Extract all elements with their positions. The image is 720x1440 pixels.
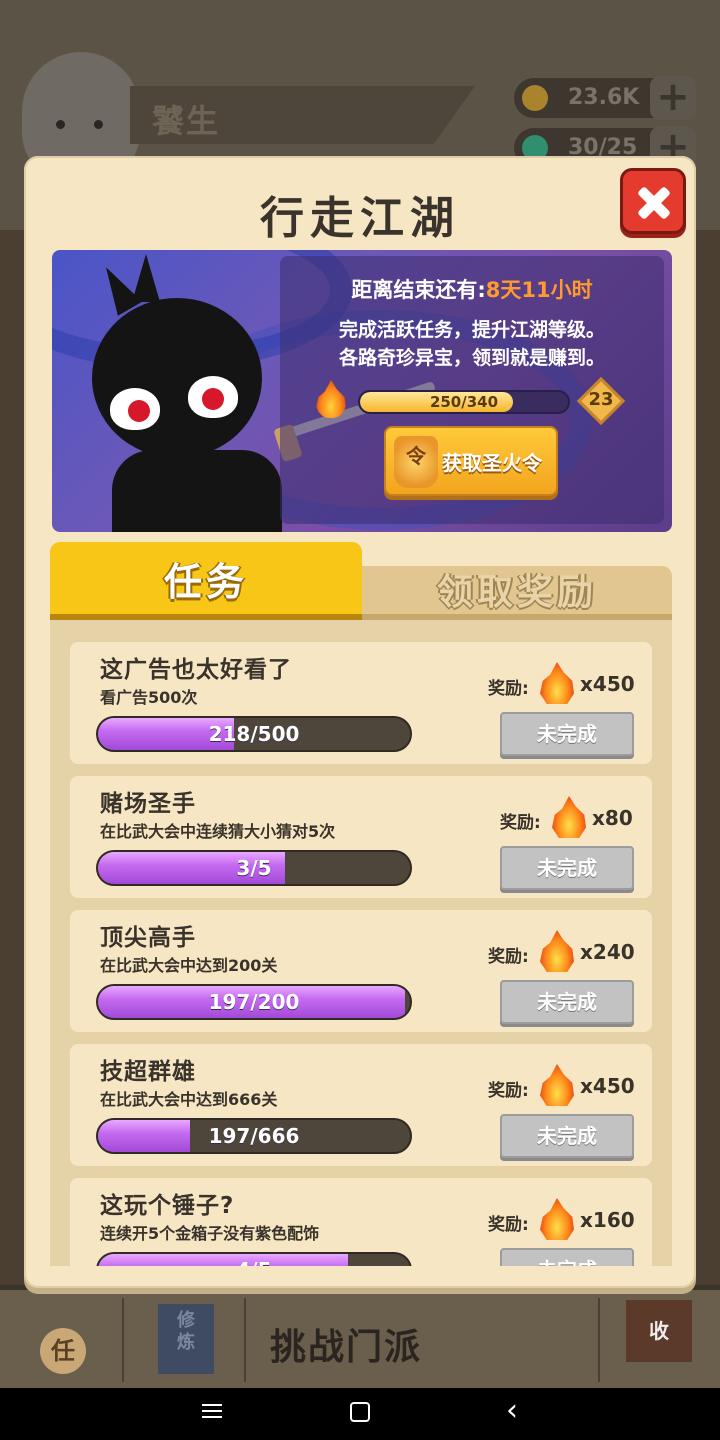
get-holy-fire-token-button[interactable]: 令 获取圣火令: [384, 426, 558, 496]
gold-coin-icon: [522, 85, 548, 111]
gold-value: 23.6K: [568, 85, 640, 110]
task-progress-text: 197/666: [208, 1124, 300, 1148]
task-card: 这玩个锤子? 连续开5个金箱子没有紫色配饰 4/5 奖励: x160 未完成: [70, 1178, 652, 1266]
level-exp-bar: 250/340: [358, 390, 570, 414]
task-desc: 在比武大会中达到200关: [100, 956, 278, 975]
reward-count: x450: [580, 1074, 635, 1098]
task-progress-bar: 197/666: [96, 1118, 412, 1154]
task-progress-text: 4/5: [98, 1254, 410, 1266]
flame-icon: [540, 662, 574, 704]
nav-armor[interactable]: [476, 1298, 600, 1382]
task-desc: 连续开5个金箱子没有紫色配饰: [100, 1224, 320, 1243]
task-title: 顶尖高手: [100, 925, 196, 951]
reward-label: 奖励:: [488, 1081, 529, 1101]
home-icon[interactable]: [340, 1396, 380, 1432]
task-progress-text: 197/200: [208, 990, 300, 1014]
nav-task[interactable]: 任: [0, 1298, 124, 1382]
task-card: 这广告也太好看了 看广告500次 218/500 奖励: x450 未完成: [70, 642, 652, 764]
countdown-label: 距离结束还有:: [351, 278, 486, 302]
wander-jianghu-modal: 行走江湖 距离结束还有:8天11小时 完成活跃任务，提升江湖等级。 各路奇珍异宝…: [24, 156, 696, 1288]
countdown-text: 距离结束还有:8天11小时: [280, 274, 664, 304]
task-title: 这广告也太好看了: [100, 657, 292, 683]
reward-label: 奖励:: [500, 813, 541, 833]
reward-label: 奖励:: [488, 1215, 529, 1235]
close-button[interactable]: [620, 168, 686, 234]
reward-label: 奖励:: [488, 679, 529, 699]
task-card: 顶尖高手 在比武大会中达到200关 197/200 奖励: x240 未完成: [70, 910, 652, 1032]
task-progress-text: 3/5: [236, 856, 272, 880]
ninja-legs: [112, 450, 282, 532]
flame-icon: [540, 930, 574, 972]
flame-icon: [540, 1198, 574, 1240]
task-progress-bar: 4/5: [96, 1252, 412, 1266]
description-line: 各路奇珍异宝，领到就是赚到。: [338, 347, 605, 369]
tab-claim-rewards-label: 领取奖励: [436, 572, 597, 613]
task-status-button[interactable]: 未完成: [500, 1114, 634, 1158]
task-desc: 在比武大会中达到666关: [100, 1090, 278, 1109]
nav-cultivate[interactable]: 修炼: [124, 1298, 246, 1382]
book-icon: 修炼: [158, 1304, 214, 1374]
level-value: 23: [588, 389, 614, 410]
reward-label: 奖励:: [488, 947, 529, 967]
task-title: 技超群雄: [100, 1059, 196, 1085]
task-card: 赌场圣手 在比武大会中连续猜大小猜对5次 3/5 奖励: x80 未完成: [70, 776, 652, 898]
description-line: 完成活跃任务，提升江湖等级。: [338, 319, 605, 341]
get-button-label: 获取圣火令: [442, 451, 542, 475]
task-desc: 在比武大会中连续猜大小猜对5次: [100, 822, 336, 841]
tab-tasks-label: 任务: [163, 560, 248, 604]
system-nav-bar: ‹: [0, 1388, 720, 1440]
reward-count: x80: [592, 806, 633, 830]
modal-title: 行走江湖: [260, 193, 460, 244]
event-description: 完成活跃任务，提升江湖等级。 各路奇珍异宝，领到就是赚到。: [280, 316, 664, 372]
event-banner: 距离结束还有:8天11小时 完成活跃任务，提升江湖等级。 各路奇珍异宝，领到就是…: [52, 250, 672, 532]
shop-icon[interactable]: 收: [626, 1300, 692, 1362]
exp-text: 250/340: [429, 393, 499, 411]
task-progress-bar: 218/500: [96, 716, 412, 752]
reward-count: x450: [580, 672, 635, 696]
ninja-eye-left: [110, 388, 160, 430]
task-status-button[interactable]: 未完成: [500, 712, 634, 756]
task-progress-bar: 3/5: [96, 850, 412, 886]
task-list[interactable]: 这广告也太好看了 看广告500次 218/500 奖励: x450 未完成 赌场…: [50, 620, 672, 1266]
countdown-value: 8天11小时: [485, 278, 593, 302]
menu-icon[interactable]: [192, 1400, 232, 1436]
task-desc: 看广告500次: [100, 688, 198, 707]
back-icon[interactable]: ‹: [492, 1396, 532, 1432]
ninja-character: [92, 298, 262, 458]
task-progress-text: 218/500: [208, 722, 300, 746]
flame-icon: [552, 796, 586, 838]
ninja-hair-spike: [132, 254, 160, 302]
task-progress-bar: 197/200: [96, 984, 412, 1020]
task-status-button[interactable]: 未完成: [500, 846, 634, 890]
tab-tasks[interactable]: 任务: [50, 542, 362, 620]
avatar-eye-left: [56, 120, 65, 129]
challenge-sect-button[interactable]: 挑战门派: [270, 1318, 422, 1370]
reward-count: x160: [580, 1208, 635, 1232]
task-scroll-icon: 任: [40, 1328, 86, 1374]
flame-icon: [316, 380, 346, 418]
player-name: 饕生: [152, 102, 221, 140]
task-status-button[interactable]: 未完成: [500, 1248, 634, 1266]
gold-resource: 23.6K +: [514, 76, 696, 120]
reward-count: x240: [580, 940, 635, 964]
ninja-eye-right: [188, 376, 238, 418]
task-title: 赌场圣手: [100, 791, 196, 817]
task-card: 技超群雄 在比武大会中达到666关 197/666 奖励: x450 未完成: [70, 1044, 652, 1166]
task-title: 这玩个锤子?: [100, 1193, 235, 1219]
fire-token-icon: 令: [394, 436, 438, 488]
flame-icon: [540, 1064, 574, 1106]
tab-claim-rewards[interactable]: 领取奖励: [362, 566, 672, 620]
task-status-button[interactable]: 未完成: [500, 980, 634, 1024]
event-info-panel: 距离结束还有:8天11小时 完成活跃任务，提升江湖等级。 各路奇珍异宝，领到就是…: [280, 256, 664, 524]
add-gold-button[interactable]: +: [650, 76, 696, 120]
avatar-eye-right: [94, 120, 103, 129]
